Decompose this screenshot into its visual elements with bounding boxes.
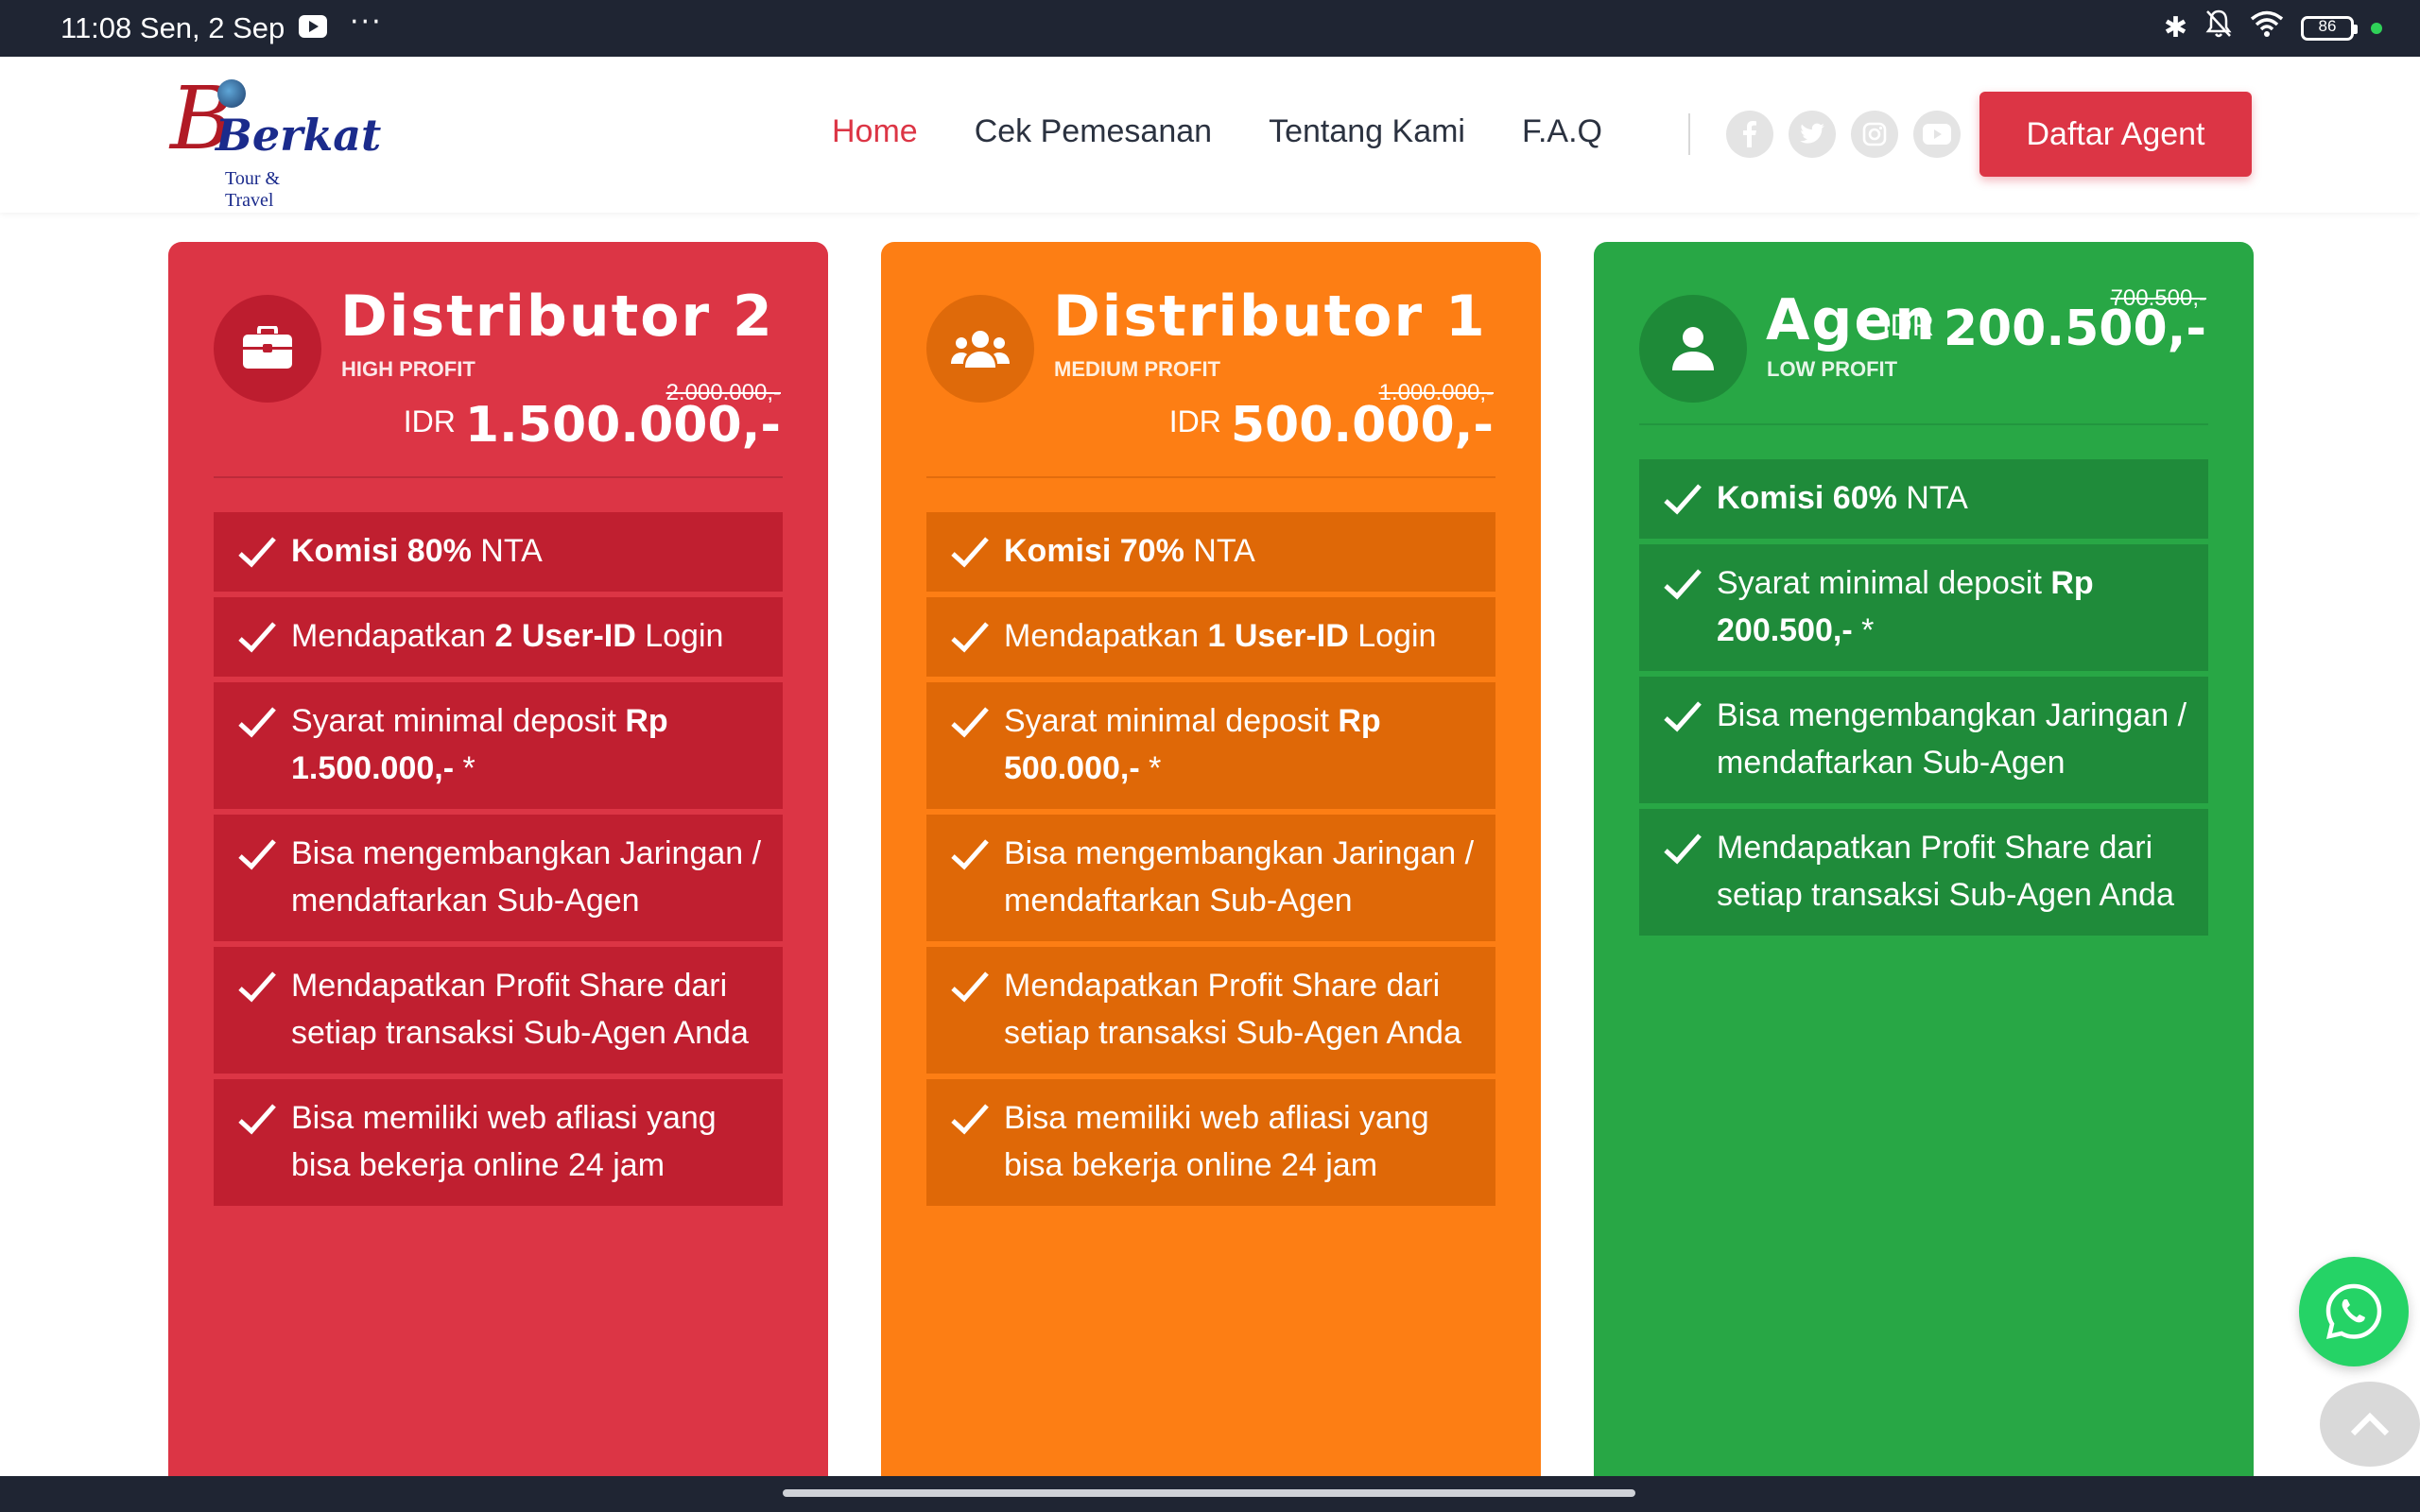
- logo-word: Berkat: [216, 110, 382, 161]
- youtube-icon[interactable]: [1913, 111, 1961, 158]
- social-links: [1726, 111, 1961, 158]
- feature-item: Mendapatkan Profit Share dari setiap tra…: [1639, 809, 2208, 936]
- feature-item: Mendapatkan Profit Share dari setiap tra…: [926, 947, 1495, 1074]
- battery-icon: 86: [2301, 16, 2358, 41]
- feature-item: Komisi 80% NTA: [214, 512, 783, 592]
- feature-list: Komisi 70% NTA Mendapatkan 1 User-ID Log…: [926, 512, 1495, 1211]
- check-icon: [238, 537, 276, 568]
- check-icon: [951, 839, 989, 870]
- check-icon: [238, 1104, 276, 1135]
- feature-item: Mendapatkan 1 User-ID Login: [926, 597, 1495, 677]
- feature-item: Bisa memiliki web afliasi yang bisa beke…: [214, 1079, 783, 1206]
- check-icon: [238, 707, 276, 738]
- feature-list: Komisi 60% NTA Syarat minimal deposit Rp…: [1639, 459, 2208, 941]
- youtube-notification-icon: [299, 15, 327, 38]
- price-value: 200.500,-: [1943, 301, 2206, 357]
- wifi-icon: [2250, 9, 2284, 47]
- bell-muted-icon: [2204, 9, 2233, 49]
- card-distributor-1: Distributor 1 MEDIUM PROFIT 1.000.000,- …: [881, 242, 1541, 1512]
- nav-faq[interactable]: F.A.Q: [1522, 113, 1602, 150]
- feature-item: Bisa mengembangkan Jaringan / mendaftark…: [926, 815, 1495, 941]
- nav-cek-pemesanan[interactable]: Cek Pemesanan: [975, 113, 1212, 150]
- feature-item: Mendapatkan 2 User-ID Login: [214, 597, 783, 677]
- logo-tagline: Tour & Travel: [225, 168, 281, 211]
- status-bar: 11:08 Sen, 2 Sep ··· ✱ 86: [0, 0, 2420, 57]
- price-value: 500.000,-: [1230, 397, 1494, 454]
- plan-subtitle: LOW PROFIT: [1767, 357, 1898, 381]
- globe-icon: [217, 79, 246, 108]
- check-icon: [238, 839, 276, 870]
- price-currency: IDR: [1881, 308, 1934, 342]
- twitter-icon[interactable]: [1789, 111, 1836, 158]
- check-icon: [951, 622, 989, 653]
- user-icon: [1639, 295, 1747, 403]
- users-icon: [926, 295, 1034, 403]
- feature-item: Komisi 60% NTA: [1639, 459, 2208, 539]
- scroll-to-top-button[interactable]: [2320, 1382, 2420, 1467]
- feature-item: Syarat minimal deposit Rp 1.500.000,- *: [214, 682, 783, 809]
- plan-price: IDR 1.500.000,-: [404, 397, 781, 454]
- feature-item: Bisa mengembangkan Jaringan / mendaftark…: [1639, 677, 2208, 803]
- check-icon: [951, 537, 989, 568]
- feature-item: Syarat minimal deposit Rp 500.000,- *: [926, 682, 1495, 809]
- plan-title: Distributor 2: [340, 284, 774, 350]
- check-icon: [951, 707, 989, 738]
- check-icon: [238, 622, 276, 653]
- check-icon: [238, 971, 276, 1003]
- main-nav: Home Cek Pemesanan Tentang Kami F.A.Q: [832, 113, 1602, 150]
- home-indicator[interactable]: [783, 1489, 1635, 1497]
- instagram-icon[interactable]: [1851, 111, 1898, 158]
- more-notifications-icon: ···: [350, 6, 383, 39]
- price-currency: IDR: [403, 404, 456, 438]
- facebook-icon[interactable]: [1726, 111, 1773, 158]
- status-time: 11:08 Sen, 2 Sep: [60, 11, 285, 44]
- plan-price: IDR 200.500,-: [1882, 301, 2206, 357]
- daftar-agent-button[interactable]: Daftar Agent: [1979, 92, 2252, 177]
- feature-item: Bisa memiliki web afliasi yang bisa beke…: [926, 1079, 1495, 1206]
- nav-divider: [1688, 113, 1690, 155]
- card-agen: Agen LOW PROFIT 700.500,- IDR 200.500,- K…: [1594, 242, 2254, 1512]
- card-divider: [926, 476, 1495, 478]
- plan-subtitle: HIGH PROFIT: [341, 357, 475, 381]
- card-divider: [214, 476, 783, 478]
- card-divider: [1639, 423, 2208, 425]
- battery-level: 86: [2318, 17, 2337, 35]
- price-value: 1.500.000,-: [464, 397, 781, 454]
- feature-item: Syarat minimal deposit Rp 200.500,- *: [1639, 544, 2208, 671]
- chevron-up-icon: [2350, 1412, 2390, 1436]
- feature-list: Komisi 80% NTA Mendapatkan 2 User-ID Log…: [214, 512, 783, 1211]
- status-icons: ✱ 86: [2164, 9, 2382, 47]
- check-icon: [1664, 484, 1702, 515]
- feature-item: Komisi 70% NTA: [926, 512, 1495, 592]
- check-icon: [1664, 701, 1702, 732]
- plan-title: Distributor 1: [1053, 284, 1487, 350]
- privacy-indicator-dot: [2371, 23, 2382, 34]
- whatsapp-button[interactable]: [2299, 1257, 2409, 1366]
- bluetooth-icon: ✱: [2163, 11, 2187, 44]
- check-icon: [1664, 569, 1702, 600]
- nav-tentang-kami[interactable]: Tentang Kami: [1269, 113, 1465, 150]
- card-distributor-2: Distributor 2 HIGH PROFIT 2.000.000,- ID…: [168, 242, 828, 1512]
- feature-item: Mendapatkan Profit Share dari setiap tra…: [214, 947, 783, 1074]
- price-currency: IDR: [1168, 404, 1221, 438]
- plan-subtitle: MEDIUM PROFIT: [1054, 357, 1220, 381]
- plan-price: IDR 500.000,-: [1169, 397, 1494, 454]
- nav-home[interactable]: Home: [832, 113, 918, 150]
- site-header: B Berkat Tour & Travel Home Cek Pemesana…: [0, 57, 2420, 213]
- check-icon: [1664, 833, 1702, 865]
- whatsapp-icon: [2325, 1283, 2382, 1340]
- briefcase-icon: [214, 295, 321, 403]
- site-logo[interactable]: B Berkat Tour & Travel: [170, 72, 381, 212]
- check-icon: [951, 971, 989, 1003]
- feature-item: Bisa mengembangkan Jaringan / mendaftark…: [214, 815, 783, 941]
- check-icon: [951, 1104, 989, 1135]
